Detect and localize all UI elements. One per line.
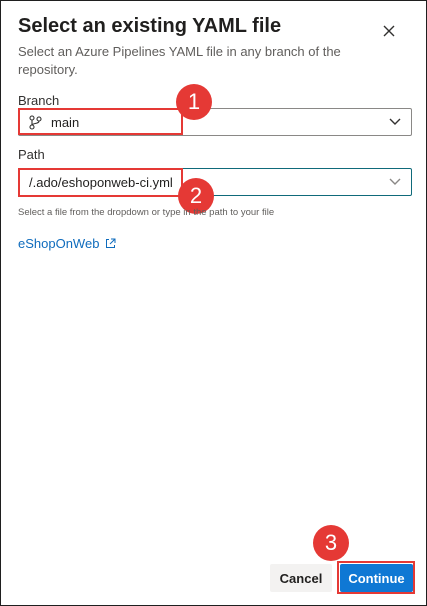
dialog-subtitle: Select an Azure Pipelines YAML file in a… [18,44,341,77]
continue-button[interactable]: Continue [340,564,413,592]
select-yaml-dialog: Select an existing YAML file Select an A… [0,0,427,606]
dialog-title: Select an existing YAML file [18,15,282,37]
repository-link[interactable]: eShopOnWeb [18,236,116,251]
branch-icon [29,115,42,130]
repository-link-label: eShopOnWeb [18,236,100,251]
path-value: /.ado/eshoponweb-ci.yml [29,175,173,190]
path-label: Path [18,147,45,162]
close-icon[interactable] [381,23,397,39]
branch-value: main [51,115,80,130]
path-hint: Select a file from the dropdown or type … [18,207,275,218]
cancel-button[interactable]: Cancel [270,564,332,592]
path-combobox[interactable]: /.ado/eshoponweb-ci.yml [18,168,412,196]
step1-badge: 1 [176,84,212,120]
step3-badge: 3 [313,525,349,561]
branch-dropdown[interactable]: main [18,108,412,136]
chevron-down-icon[interactable] [389,117,401,127]
chevron-down-icon[interactable] [389,177,401,187]
branch-label: Branch [18,93,60,108]
external-link-icon [106,238,116,248]
